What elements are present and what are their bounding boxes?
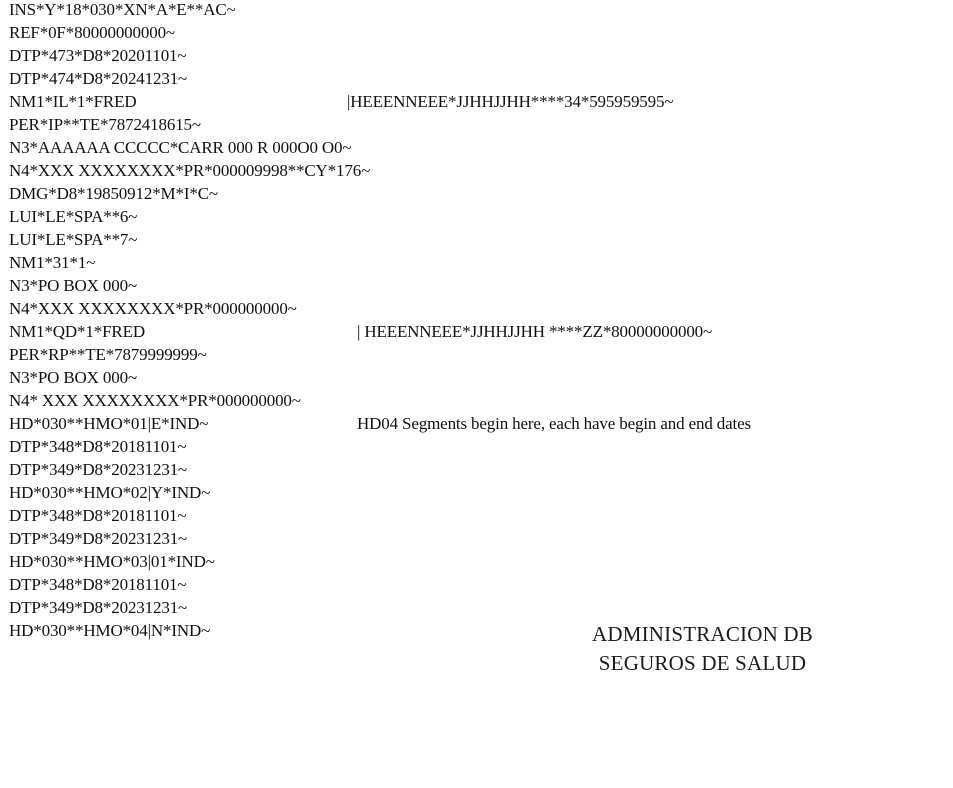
- edi-line-dtp-349: DTP*349*D8*20231231~: [9, 460, 188, 479]
- edi-line-dmg: DMG*D8*19850912*M*I*C~: [9, 184, 218, 203]
- edi-line-n3-pobox-2: N3*PO BOX 000~: [9, 368, 137, 387]
- edi-line-dtp-473: DTP*473*D8*20201101~: [9, 46, 187, 65]
- edi-line-n4-city-2: N4*XXX XXXXXXXX*PR*000000000~: [9, 299, 297, 318]
- edi-line-per-ip: PER*IP**TE*7872418615~: [9, 115, 201, 134]
- edi-line-dtp-348: DTP*348*D8*20181101~: [9, 575, 187, 594]
- edi-line-lui-6: LUI*LE*SPA**6~: [9, 207, 138, 226]
- agency-stamp: ADMINISTRACION DB SEGUROS DE SALUD: [520, 620, 885, 678]
- edi-line-hd-02: HD*030**HMO*02|Y*IND~: [9, 483, 211, 502]
- edi-line-lui-7: LUI*LE*SPA**7~: [9, 230, 138, 249]
- edi-line-hd-01: HD*030**HMO*01|E*IND~: [9, 414, 209, 433]
- edi-line-nm1-il: NM1*IL*1*FRED: [9, 92, 137, 111]
- stamp-line-2: SEGUROS DE SALUD: [598, 651, 807, 675]
- edi-line-dtp-348: DTP*348*D8*20181101~: [9, 506, 187, 525]
- edi-line-ins: INS*Y*18*030*XN*A*E**AC~: [9, 0, 236, 19]
- edi-line-per-rp: PER*RP**TE*7879999999~: [9, 345, 207, 364]
- edi-line-nm1-il-continuation: |HEEENNEEE*JJHHJJHH****34*595959595~: [347, 92, 674, 111]
- edi-line-hd-04: HD*030**HMO*04|N*IND~: [9, 621, 211, 640]
- edi-line-dtp-348: DTP*348*D8*20181101~: [9, 437, 187, 456]
- edi-line-ref: REF*0F*80000000000~: [9, 23, 175, 42]
- edi-document: INS*Y*18*030*XN*A*E**AC~ REF*0F*80000000…: [0, 0, 953, 788]
- edi-line-dtp-349: DTP*349*D8*20231231~: [9, 598, 188, 617]
- edi-line-nm1-qd-continuation: | HEEENNEEE*JJHHJJHH ****ZZ*80000000000~: [357, 322, 713, 341]
- hd04-annotation: HD04 Segments begin here, each have begi…: [357, 414, 751, 433]
- edi-line-dtp-349: DTP*349*D8*20231231~: [9, 529, 188, 548]
- edi-line-n3-pobox: N3*PO BOX 000~: [9, 276, 137, 295]
- edi-line-nm1-qd: NM1*QD*1*FRED: [9, 322, 145, 341]
- stamp-line-1: ADMINISTRACION DB: [592, 622, 813, 646]
- edi-line-dtp-474: DTP*474*D8*20241231~: [9, 69, 188, 88]
- edi-line-n4-city-3: N4* XXX XXXXXXXX*PR*000000000~: [9, 391, 301, 410]
- edi-line-nm1-31: NM1*31*1~: [9, 253, 96, 272]
- edi-line-n4-city: N4*XXX XXXXXXXX*PR*000009998**CY*176~: [9, 161, 371, 180]
- edi-line-hd-03: HD*030**HMO*03|01*IND~: [9, 552, 215, 571]
- edi-line-n3-address: N3*AAAAAA CCCCC*CARR 000 R 000O0 O0~: [9, 138, 352, 157]
